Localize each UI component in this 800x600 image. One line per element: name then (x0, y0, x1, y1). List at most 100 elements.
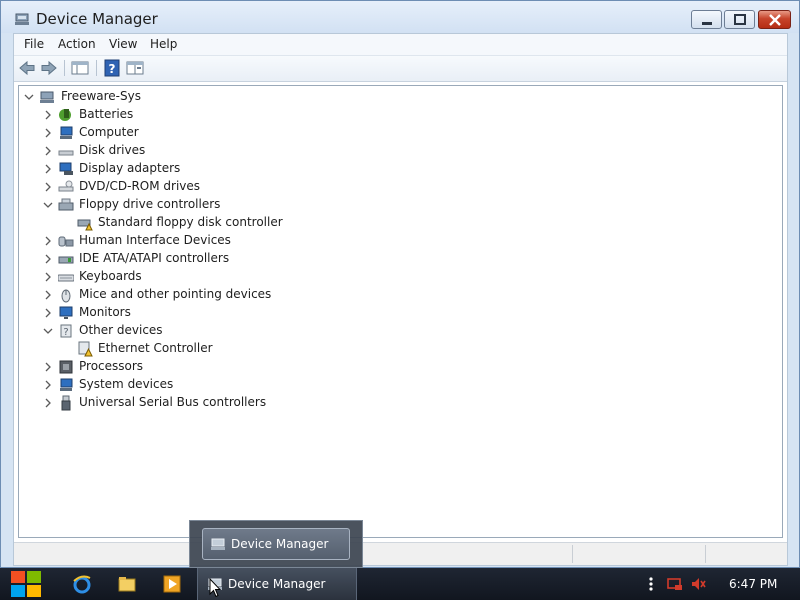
chevron-down-icon[interactable] (42, 325, 54, 337)
tree-child-standard-floppy-controller[interactable]: Standard floppy disk controller (21, 214, 341, 232)
forward-arrow-icon[interactable] (39, 59, 59, 77)
tree-item-system-devices[interactable]: System devices (21, 376, 321, 394)
chevron-right-icon[interactable] (42, 361, 54, 373)
processor-icon (59, 360, 73, 374)
tree-item-label: Display adapters (79, 161, 181, 175)
floppy-controller-icon (58, 198, 74, 211)
taskbar: Device Manager 6:47 PM (0, 568, 800, 600)
tree-child-ethernet-controller[interactable]: Ethernet Controller (21, 340, 321, 358)
tree-item-mice[interactable]: Mice and other pointing devices (21, 286, 341, 304)
tree-item-monitors[interactable]: Monitors (21, 304, 321, 322)
tree-item-label: Human Interface Devices (79, 233, 231, 247)
media-player-icon[interactable] (162, 574, 182, 594)
chevron-right-icon[interactable] (42, 127, 54, 139)
tree-item-dvd-drives[interactable]: DVD/CD-ROM drives (21, 178, 321, 196)
tree-item-label: IDE ATA/ATAPI controllers (79, 251, 230, 265)
thumbnail-label: Device Manager (231, 537, 329, 551)
close-icon (769, 14, 781, 26)
tree-item-disk-drives[interactable]: Disk drives (21, 142, 321, 160)
chevron-right-icon[interactable] (42, 253, 54, 265)
chevron-right-icon[interactable] (42, 289, 54, 301)
disk-drive-icon (58, 150, 74, 156)
tree-item-label: Processors (79, 359, 144, 373)
properties-icon[interactable] (125, 59, 145, 77)
menu-help[interactable]: Help (150, 37, 177, 51)
tree-item-ide-controllers[interactable]: IDE ATA/ATAPI controllers (21, 250, 321, 268)
chevron-right-icon[interactable] (42, 397, 54, 409)
display-adapter-icon (59, 162, 73, 175)
more-options-icon[interactable] (643, 576, 659, 592)
title-bar[interactable]: Device Manager (1, 1, 799, 33)
tree-item-display-adapters[interactable]: Display adapters (21, 160, 321, 178)
tree-item-label: Other devices (79, 323, 163, 337)
minimize-button[interactable] (691, 10, 722, 29)
tree-item-other-devices[interactable]: ? Other devices (21, 322, 321, 340)
monitor-icon (59, 306, 73, 319)
mouse-icon (61, 289, 71, 303)
tree-item-processors[interactable]: Processors (21, 358, 321, 376)
tree-item-floppy-controllers[interactable]: Floppy drive controllers (21, 196, 321, 214)
speaker-muted-icon[interactable] (690, 576, 706, 592)
taskbar-active-label: Device Manager (228, 577, 326, 591)
tree-item-hid[interactable]: Human Interface Devices (21, 232, 321, 250)
toolbar-separator (64, 60, 65, 76)
tree-root[interactable]: Freeware-Sys (21, 88, 321, 106)
svg-text:?: ? (63, 327, 68, 338)
tree-item-usb-controllers[interactable]: Universal Serial Bus controllers (21, 394, 341, 412)
tree-item-label: Batteries (79, 107, 134, 121)
taskbar-device-manager-button[interactable]: Device Manager (197, 568, 357, 600)
tree-item-label: Standard floppy disk controller (98, 215, 283, 229)
maximize-icon (734, 14, 746, 25)
tree-item-label: Universal Serial Bus controllers (79, 395, 267, 409)
network-icon[interactable] (667, 576, 683, 592)
maximize-button[interactable] (724, 10, 755, 29)
console-tree-icon[interactable] (70, 59, 90, 77)
menu-action[interactable]: Action (58, 37, 96, 51)
device-manager-window: Device Manager File Action View Help ? F… (0, 0, 800, 568)
chevron-right-icon[interactable] (42, 271, 54, 283)
other-devices-icon: ? (60, 324, 72, 338)
device-tree: Freeware-Sys Batteries Computer Disk dri… (18, 85, 783, 538)
chevron-right-icon[interactable] (42, 181, 54, 193)
system-devices-icon (60, 378, 73, 391)
toolbar: ? (14, 56, 787, 82)
chevron-right-icon[interactable] (42, 109, 54, 121)
device-manager-icon (211, 538, 225, 550)
tree-item-label: Ethernet Controller (98, 341, 213, 355)
close-button[interactable] (758, 10, 791, 29)
chevron-right-icon[interactable] (42, 235, 54, 247)
tree-item-label: System devices (79, 377, 174, 391)
tree-item-computer[interactable]: Computer (21, 124, 321, 142)
minimize-icon (702, 22, 712, 25)
start-button[interactable] (10, 570, 42, 598)
chevron-down-icon[interactable] (42, 199, 54, 211)
tree-item-label: Keyboards (79, 269, 142, 283)
chevron-right-icon[interactable] (42, 145, 54, 157)
status-separator (705, 545, 706, 563)
chevron-down-icon[interactable] (23, 91, 35, 103)
device-manager-icon (15, 13, 29, 25)
window-title: Device Manager (36, 10, 158, 28)
toolbar-separator (96, 60, 97, 76)
help-icon[interactable]: ? (102, 59, 122, 77)
tree-item-label: DVD/CD-ROM drives (79, 179, 201, 193)
chevron-right-icon[interactable] (42, 307, 54, 319)
tree-item-label: Monitors (79, 305, 131, 319)
tree-item-batteries[interactable]: Batteries (21, 106, 321, 124)
internet-explorer-icon[interactable] (72, 574, 92, 594)
battery-icon (59, 109, 71, 121)
chevron-right-icon[interactable] (42, 163, 54, 175)
chevron-right-icon[interactable] (42, 379, 54, 391)
taskbar-clock[interactable]: 6:47 PM (729, 577, 777, 591)
dvd-drive-icon (58, 180, 74, 192)
hid-icon (58, 236, 74, 247)
file-explorer-icon[interactable] (117, 574, 137, 594)
thumbnail-device-manager[interactable]: Device Manager (202, 528, 350, 560)
taskbar-thumbnail-popup: Device Manager (189, 520, 363, 568)
menu-file[interactable]: File (24, 37, 44, 51)
client-area: File Action View Help ? Freeware-Sys Bat… (13, 33, 788, 566)
tree-item-label: Disk drives (79, 143, 146, 157)
tree-item-keyboards[interactable]: Keyboards (21, 268, 321, 286)
back-arrow-icon[interactable] (17, 59, 37, 77)
menu-view[interactable]: View (109, 37, 137, 51)
